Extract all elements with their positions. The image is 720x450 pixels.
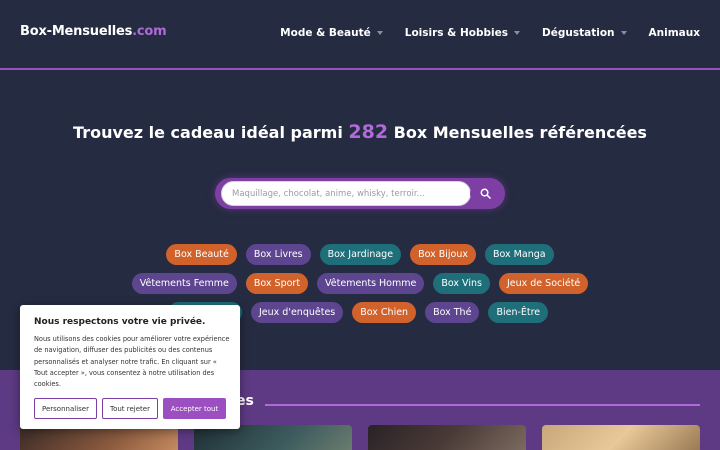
- nav-degustation[interactable]: Dégustation: [542, 27, 627, 39]
- tag-jeux-de-societe[interactable]: Jeux de Société: [498, 273, 589, 294]
- tag-box-vins[interactable]: Box Vins: [433, 273, 490, 294]
- tag-box-bijoux[interactable]: Box Bijoux: [410, 244, 476, 265]
- section-divider: [265, 404, 700, 406]
- customize-button[interactable]: Personnaliser: [34, 398, 97, 419]
- box-count: 282: [348, 121, 389, 143]
- reject-all-button[interactable]: Tout rejeter: [102, 398, 158, 419]
- tag-box-livres[interactable]: Box Livres: [245, 244, 311, 265]
- tag-row-1: Box Beauté Box Livres Box Jardinage Box …: [0, 244, 720, 265]
- main-nav: Mode & Beauté Loisirs & Hobbies Dégustat…: [258, 27, 700, 39]
- hero-title-before: Trouvez le cadeau idéal parmi: [73, 123, 349, 142]
- search-icon: [480, 188, 491, 199]
- tag-row-2: Vêtements Femme Box Sport Vêtements Homm…: [0, 273, 720, 294]
- chevron-down-icon: [376, 31, 383, 35]
- logo-main: Box-Mensuelles: [20, 24, 133, 39]
- chevron-down-icon: [514, 31, 521, 35]
- hero-title: Trouvez le cadeau idéal parmi 282 Box Me…: [0, 121, 720, 143]
- nav-mode-beaute[interactable]: Mode & Beauté: [280, 27, 383, 39]
- nav-label: Loisirs & Hobbies: [404, 27, 509, 39]
- tag-box-beaute[interactable]: Box Beauté: [166, 244, 237, 265]
- tag-box-sport[interactable]: Box Sport: [245, 273, 309, 294]
- cookie-text: Nous utilisons des cookies pour améliore…: [34, 335, 230, 389]
- logo-ext: .com: [132, 24, 167, 39]
- nav-animaux[interactable]: Animaux: [649, 27, 700, 39]
- tag-bien-etre[interactable]: Bien-Être: [488, 302, 549, 323]
- product-card[interactable]: [542, 425, 700, 450]
- site-logo[interactable]: Box-Mensuelles.com: [20, 24, 167, 39]
- tag-box-jardinage[interactable]: Box Jardinage: [319, 244, 402, 265]
- chevron-down-icon: [620, 31, 627, 35]
- nav-label: Mode & Beauté: [280, 27, 371, 39]
- tag-box-the[interactable]: Box Thé: [425, 302, 480, 323]
- product-card[interactable]: [368, 425, 526, 450]
- nav-label: Dégustation: [542, 27, 615, 39]
- nav-loisirs-hobbies[interactable]: Loisirs & Hobbies: [404, 27, 521, 39]
- hero-title-after: Box Mensuelles référencées: [388, 123, 647, 142]
- tag-box-chien[interactable]: Box Chien: [352, 302, 417, 323]
- search-button[interactable]: [470, 181, 500, 206]
- tag-jeux-enquetes[interactable]: Jeux d'enquêtes: [251, 302, 344, 323]
- nav-label: Animaux: [648, 27, 700, 39]
- tag-vetements-homme[interactable]: Vêtements Homme: [317, 273, 425, 294]
- tag-box-manga[interactable]: Box Manga: [485, 244, 554, 265]
- search-input[interactable]: [221, 181, 471, 206]
- cookie-consent-dialog: Nous respectons votre vie privée. Nous u…: [20, 305, 240, 429]
- site-header: Box-Mensuelles.com Mode & Beauté Loisirs…: [0, 0, 720, 70]
- tag-vetements-femme[interactable]: Vêtements Femme: [131, 273, 237, 294]
- accept-all-button[interactable]: Accepter tout: [163, 398, 226, 419]
- cookie-title: Nous respectons votre vie privée.: [34, 317, 206, 327]
